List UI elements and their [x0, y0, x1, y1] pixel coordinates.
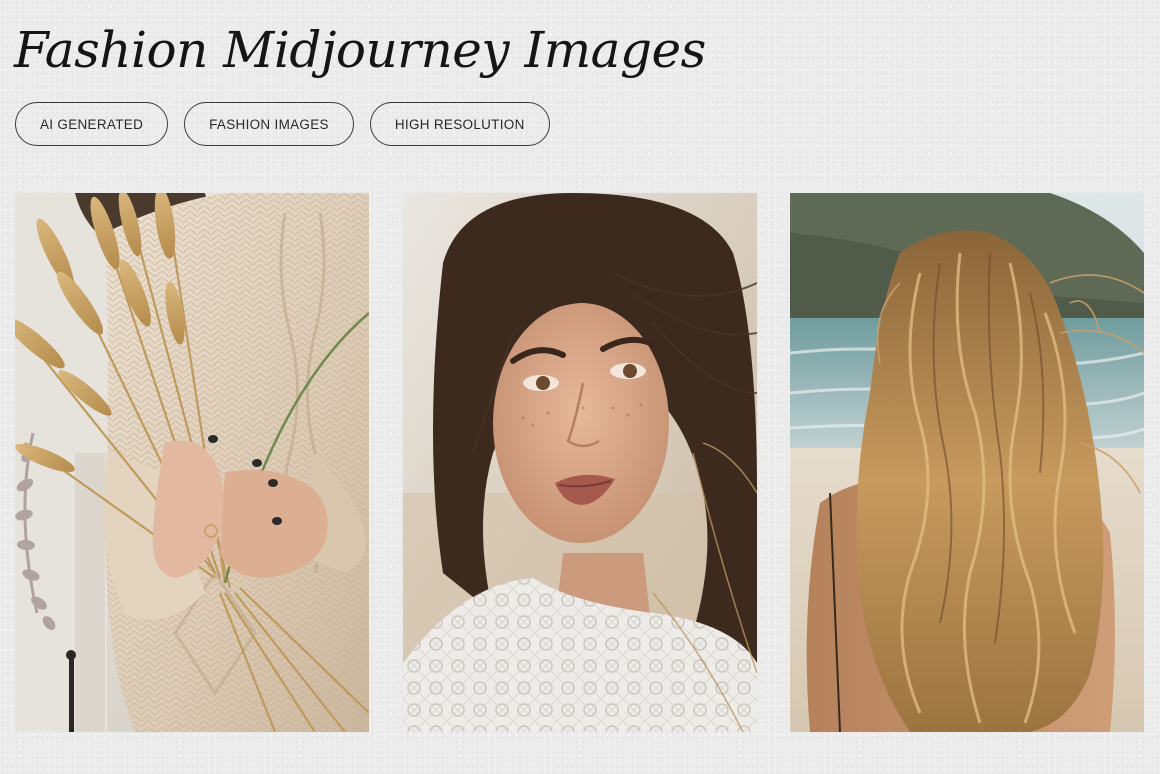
gallery-image-beach-hair[interactable]	[790, 193, 1144, 732]
tag-high-resolution[interactable]: HIGH RESOLUTION	[369, 102, 550, 146]
tag-ai-generated[interactable]: AI GENERATED	[15, 102, 169, 146]
tag-fashion-images[interactable]: FASHION IMAGES	[184, 102, 354, 146]
gallery-image-portrait[interactable]	[403, 193, 757, 732]
page-title: Fashion Midjourney Images	[14, 21, 706, 79]
tag-list: AI GENERATED FASHION IMAGES HIGH RESOLUT…	[15, 102, 550, 146]
beach-hair-photo	[790, 193, 1144, 732]
sweater-wheat-photo	[15, 193, 369, 732]
gallery-image-sweater-wheat[interactable]	[15, 193, 369, 732]
portrait-photo	[403, 193, 757, 732]
